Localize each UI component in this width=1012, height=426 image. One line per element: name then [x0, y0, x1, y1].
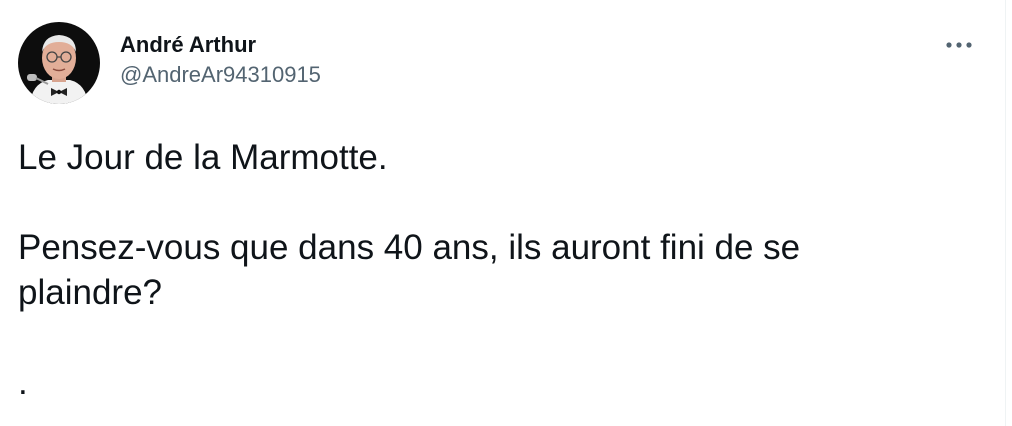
author-handle[interactable]: @AndreAr94310915	[120, 60, 321, 90]
tweet-text: Le Jour de la Marmotte. Pensez-vous que …	[18, 135, 938, 405]
tweet-text-line: Le Jour de la Marmotte.	[18, 138, 388, 177]
author-display-name[interactable]: André Arthur	[120, 30, 321, 60]
more-horizontal-icon	[946, 42, 972, 48]
tweet-text-line: Pensez-vous que dans 40 ans, ils auront …	[18, 228, 801, 267]
tweet-card: André Arthur @AndreAr94310915 Le Jour de…	[0, 0, 1006, 426]
tweet-text-line: plaindre?	[18, 273, 162, 312]
tweet-text-line: .	[18, 363, 28, 402]
avatar-image	[18, 22, 100, 104]
more-options-button[interactable]	[941, 30, 977, 60]
author-info: André Arthur @AndreAr94310915	[120, 30, 321, 90]
avatar[interactable]	[18, 22, 100, 104]
